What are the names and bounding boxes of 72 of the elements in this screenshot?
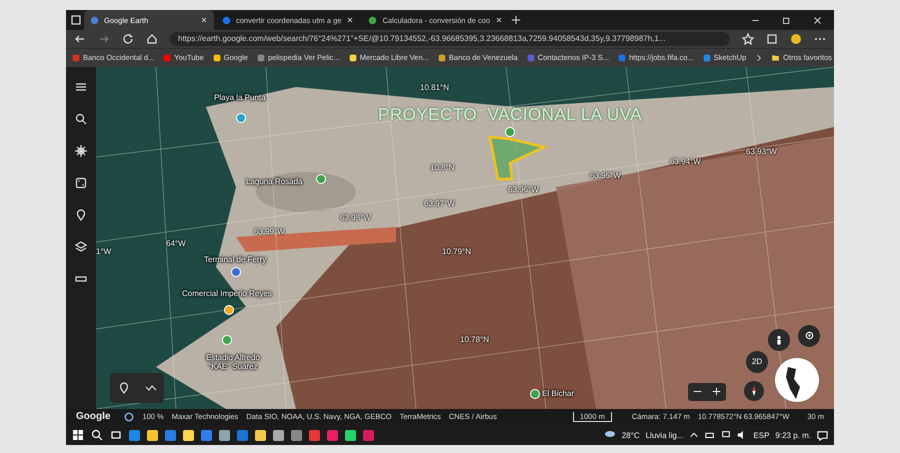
ship-wheel-icon[interactable] [75, 144, 87, 156]
close-tab-icon[interactable] [200, 16, 208, 24]
chevron-right-icon[interactable] [755, 54, 764, 62]
collections-icon[interactable] [766, 32, 778, 45]
close-tab-icon[interactable] [495, 16, 504, 24]
taskbar-app-icon[interactable] [219, 430, 230, 441]
notifications-icon[interactable] [817, 430, 828, 441]
close-tab-icon[interactable] [346, 16, 354, 24]
back-icon[interactable] [74, 32, 86, 45]
bookmark-favicon-icon [163, 54, 172, 62]
grid-label: 63.94°W [670, 156, 701, 166]
bookmark-favicon-icon [618, 54, 626, 62]
folder-icon [771, 54, 780, 62]
grid-label: 10.81°N [420, 82, 449, 92]
temperature: 28°C [622, 430, 640, 440]
grid-label: 64°W [166, 238, 186, 248]
taskbar-app-icon[interactable] [183, 430, 194, 441]
bookmark-favicon-icon [348, 54, 357, 62]
grid-label: 63.93°W [746, 146, 777, 156]
place-label[interactable]: El Bichar [542, 388, 574, 398]
grid-label: 1°W [96, 246, 112, 256]
globe-icon[interactable] [774, 356, 820, 402]
dice-icon[interactable] [75, 176, 87, 188]
restore-icon[interactable] [782, 16, 791, 24]
bookmark-favicon-icon [526, 54, 535, 62]
project-area-outline [488, 135, 548, 180]
grid-label: 63.96°W [508, 184, 539, 194]
grid-label: 10.79°N [442, 246, 471, 256]
clock[interactable]: 9:23 p. m. [775, 430, 811, 440]
refresh-icon[interactable] [122, 32, 134, 45]
grid-label: 63.98°W [340, 212, 371, 222]
site-favicon-icon [90, 16, 99, 24]
task-view-icon[interactable] [110, 429, 122, 442]
new-tab-icon[interactable] [511, 15, 522, 25]
grid-label: 10.8°N [430, 162, 455, 172]
grid-label: 63.97°W [424, 198, 455, 208]
menu-icon[interactable] [75, 80, 87, 92]
grid-label: 63.95°W [590, 170, 621, 180]
close-icon[interactable] [813, 16, 822, 24]
project-label: PROYECTO VACIONAL LA UVA [378, 104, 642, 124]
site-favicon-icon [222, 16, 231, 24]
favorite-icon[interactable] [742, 32, 754, 45]
address-bar[interactable]: https://earth.google.com/web/search/76°24%271"+SE/@10.79134552,-63.96685395,3.23668813a,7259.94058543d,35y,9.37798987h,1... [170, 32, 730, 46]
site-favicon-icon [368, 16, 378, 24]
google-logo: Google [76, 411, 110, 422]
weather-text: Lluvia lig... [646, 430, 684, 440]
home-icon[interactable] [146, 32, 158, 45]
taskbar-app-icon[interactable] [345, 430, 356, 441]
loading-ring-icon [124, 412, 134, 422]
grid-label: 10.78°N [460, 334, 489, 344]
input-language[interactable]: ESP [753, 430, 770, 440]
layers-icon[interactable] [75, 240, 87, 252]
bookmark-favicon-icon [256, 54, 265, 62]
taskbar-app-icon[interactable] [147, 430, 158, 441]
taskbar-app-icon[interactable] [273, 430, 284, 441]
bookmark-favicon-icon [72, 54, 80, 62]
taskbar-app-icon[interactable] [291, 430, 302, 441]
map-pin-icon[interactable] [75, 208, 87, 220]
bookmark-favicon-icon [212, 54, 221, 62]
forward-icon[interactable] [98, 32, 110, 45]
search-icon[interactable] [91, 429, 103, 442]
windows-start-icon[interactable] [72, 429, 84, 442]
place-pin-icon[interactable] [118, 382, 130, 394]
search-icon[interactable] [75, 112, 87, 124]
bookmark-favicon-icon [702, 54, 711, 62]
zoom-in-icon[interactable] [712, 387, 721, 396]
profile-icon[interactable] [790, 32, 802, 45]
tab-actions-icon[interactable] [70, 14, 82, 26]
grid-label: 63.99°W [254, 226, 285, 236]
crosshair-icon [804, 330, 814, 341]
bookmark-favicon-icon [438, 54, 446, 62]
taskbar-app-icon[interactable] [255, 430, 266, 441]
